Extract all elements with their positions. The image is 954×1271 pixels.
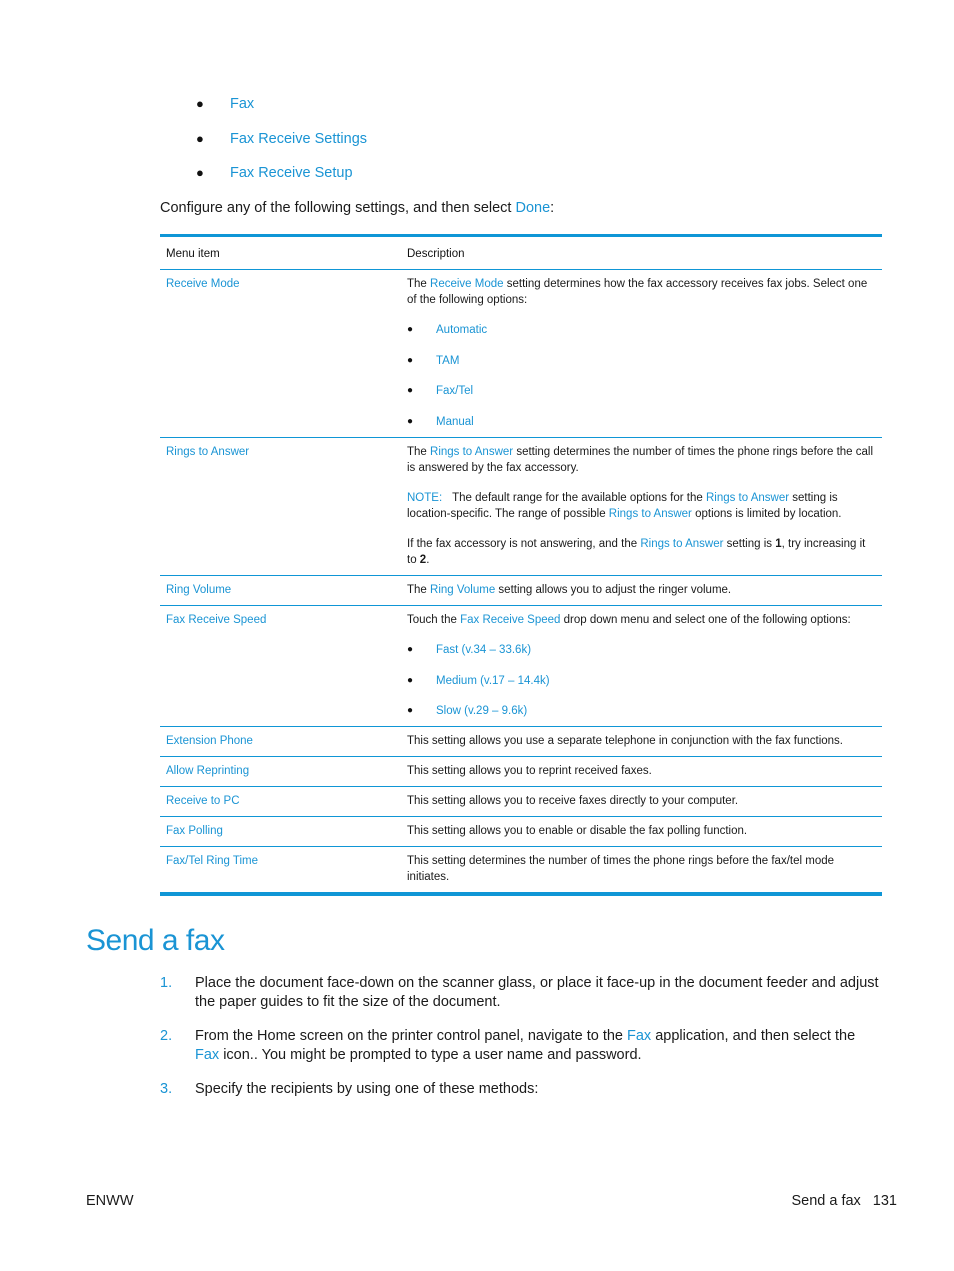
list-item: ● Fax Receive Setup bbox=[196, 163, 367, 198]
footer-section-label: Send a fax bbox=[791, 1193, 861, 1209]
inline-link[interactable]: Rings to Answer bbox=[706, 492, 789, 504]
menu-item-fax-polling[interactable]: Fax Polling bbox=[166, 825, 223, 837]
table-row: Extension Phone This setting allows you … bbox=[160, 726, 882, 757]
option-item: ● Manual bbox=[407, 414, 876, 430]
link-fax-receive-settings[interactable]: Fax Receive Settings bbox=[230, 129, 367, 149]
intro-text: Configure any of the following settings,… bbox=[160, 198, 554, 218]
section-title: Send a fax bbox=[86, 924, 225, 957]
table-row: Ring Volume The Ring Volume setting allo… bbox=[160, 575, 882, 606]
option-item: ● Slow (v.29 – 9.6k) bbox=[407, 703, 876, 719]
table-row: Receive Mode The Receive Mode setting de… bbox=[160, 270, 882, 438]
table-row: Fax/Tel Ring Time This setting determine… bbox=[160, 846, 882, 895]
inline-link[interactable]: Rings to Answer bbox=[609, 508, 692, 520]
step-item: 3. Specify the recipients by using one o… bbox=[160, 1080, 882, 1099]
table-row: Fax Polling This setting allows you to e… bbox=[160, 816, 882, 847]
step-number: 2. bbox=[160, 1028, 173, 1044]
menu-item-rings-to-answer[interactable]: Rings to Answer bbox=[166, 446, 249, 458]
option-fax-tel[interactable]: Fax/Tel bbox=[436, 383, 473, 414]
intro-text-pre: Configure any of the following settings,… bbox=[160, 200, 516, 216]
description-text: This setting allows you to receive faxes… bbox=[401, 786, 882, 817]
menu-item-ring-volume[interactable]: Ring Volume bbox=[166, 584, 231, 596]
step-text: From the Home screen on the printer cont… bbox=[195, 1028, 856, 1063]
table-header-row: Menu item Description bbox=[160, 235, 882, 270]
note-label: NOTE: bbox=[407, 492, 443, 505]
link-fax-application[interactable]: Fax bbox=[627, 1028, 651, 1044]
inline-link[interactable]: Fax Receive Speed bbox=[460, 614, 560, 626]
link-fax[interactable]: Fax bbox=[230, 94, 254, 114]
page-number: 131 bbox=[872, 1193, 897, 1209]
description-text: If the fax accessory is not answering, a… bbox=[407, 538, 866, 567]
top-link-list: ● Fax ● Fax Receive Settings ● Fax Receive … bbox=[196, 94, 367, 198]
inline-link[interactable]: Rings to Answer bbox=[430, 446, 513, 458]
column-header-description: Description bbox=[401, 235, 882, 270]
option-item: ● TAM bbox=[407, 353, 876, 384]
table-row: Receive to PC This setting allows you to… bbox=[160, 786, 882, 817]
step-text: Place the document face-down on the scan… bbox=[195, 975, 879, 1010]
option-item: ● Medium (v.17 – 14.4k) bbox=[407, 673, 876, 704]
bullet-icon: ● bbox=[407, 354, 414, 366]
inline-link[interactable]: Receive Mode bbox=[430, 278, 504, 290]
inline-link[interactable]: Rings to Answer bbox=[640, 538, 723, 550]
menu-item-fax-receive-speed[interactable]: Fax Receive Speed bbox=[166, 614, 266, 626]
steps-list: 1. Place the document face-down on the s… bbox=[160, 974, 882, 1114]
step-text: Specify the recipients by using one of t… bbox=[195, 1081, 539, 1097]
inline-link[interactable]: Ring Volume bbox=[430, 584, 495, 596]
step-number: 3. bbox=[160, 1081, 173, 1097]
option-fast[interactable]: Fast (v.34 – 33.6k) bbox=[436, 642, 531, 673]
bullet-icon: ● bbox=[407, 674, 414, 686]
description-text: The Rings to Answer setting determines t… bbox=[407, 446, 874, 475]
menu-item-receive-mode[interactable]: Receive Mode bbox=[166, 278, 240, 290]
menu-item-allow-reprinting[interactable]: Allow Reprinting bbox=[166, 765, 249, 777]
option-item: ● Fax/Tel bbox=[407, 383, 876, 414]
menu-settings-table: Menu item Description Receive Mode The R… bbox=[160, 234, 882, 897]
note-text: NOTE: The default range for the available… bbox=[407, 492, 842, 521]
option-item: ● Automatic bbox=[407, 322, 876, 353]
option-medium[interactable]: Medium (v.17 – 14.4k) bbox=[436, 673, 550, 704]
bullet-icon: ● bbox=[196, 165, 204, 180]
description-text: This setting determines the number of ti… bbox=[401, 846, 882, 895]
table-row: Allow Reprinting This setting allows you… bbox=[160, 756, 882, 787]
description-text: This setting allows you to reprint recei… bbox=[401, 756, 882, 787]
bullet-icon: ● bbox=[407, 644, 414, 656]
bullet-icon: ● bbox=[407, 324, 414, 335]
menu-item-receive-to-pc[interactable]: Receive to PC bbox=[166, 795, 240, 807]
step-item: 2. From the Home screen on the printer c… bbox=[160, 1027, 882, 1065]
table-row: Rings to Answer The Rings to Answer sett… bbox=[160, 437, 882, 576]
link-fax-receive-setup[interactable]: Fax Receive Setup bbox=[230, 163, 353, 183]
description-text: Touch the Fax Receive Speed drop down me… bbox=[407, 614, 851, 627]
bullet-icon: ● bbox=[407, 705, 414, 717]
description-text: This setting allows you to enable or dis… bbox=[401, 816, 882, 847]
intro-text-post: : bbox=[550, 200, 555, 216]
step-item: 1. Place the document face-down on the s… bbox=[160, 974, 882, 1012]
bullet-icon: ● bbox=[196, 96, 204, 111]
link-done[interactable]: Done bbox=[515, 200, 550, 216]
menu-item-extension-phone[interactable]: Extension Phone bbox=[166, 735, 253, 747]
option-manual[interactable]: Manual bbox=[436, 414, 474, 430]
table-row: Fax Receive Speed Touch the Fax Receive … bbox=[160, 605, 882, 727]
list-item: ● Fax Receive Settings bbox=[196, 129, 367, 164]
option-automatic[interactable]: Automatic bbox=[436, 322, 487, 353]
link-fax-icon[interactable]: Fax bbox=[195, 1047, 219, 1063]
menu-item-fax-tel-ring-time[interactable]: Fax/Tel Ring Time bbox=[166, 855, 258, 867]
footer-page-info: Send a fax 131 bbox=[791, 1193, 897, 1209]
list-item: ● Fax bbox=[196, 94, 367, 129]
step-number: 1. bbox=[160, 975, 173, 991]
bullet-icon: ● bbox=[407, 416, 414, 428]
bullet-icon: ● bbox=[196, 130, 204, 146]
column-header-menu-item: Menu item bbox=[160, 235, 401, 270]
option-list: ● Automatic ● TAM ● Fax/Tel ● Manual bbox=[407, 322, 876, 430]
option-list: ● Fast (v.34 – 33.6k) ● Medium (v.17 – 14.… bbox=[407, 642, 876, 719]
footer-locale: ENWW bbox=[86, 1193, 134, 1209]
option-slow[interactable]: Slow (v.29 – 9.6k) bbox=[436, 703, 527, 719]
description-text: The Receive Mode setting determines how … bbox=[407, 278, 868, 306]
description-text: This setting allows you use a separate t… bbox=[401, 726, 882, 757]
bullet-icon: ● bbox=[407, 385, 414, 397]
option-tam[interactable]: TAM bbox=[436, 353, 459, 384]
option-item: ● Fast (v.34 – 33.6k) bbox=[407, 642, 876, 673]
description-text: The Ring Volume setting allows you to ad… bbox=[407, 584, 732, 597]
